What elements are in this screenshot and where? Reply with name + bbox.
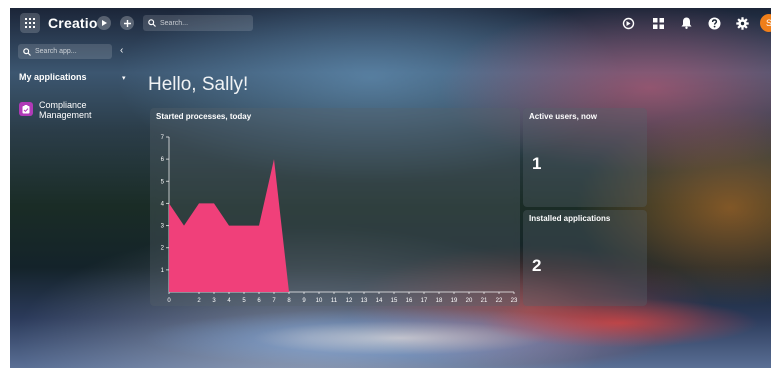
processes-chart: 12345670 2 3 4 5 6 7 8 9 10 11 12 13 14 15 16 17 18 19 20 21… xyxy=(161,135,518,304)
x-tick-label: 12 xyxy=(346,298,353,304)
processes-widget: Started processes, today 123456702345678… xyxy=(150,108,520,306)
x-tick-label: 14 xyxy=(376,298,383,304)
help-button[interactable] xyxy=(706,15,722,31)
y-tick-label: 4 xyxy=(161,201,165,207)
app-search-placeholder: Search app... xyxy=(35,48,77,55)
process-icon xyxy=(622,17,634,29)
x-tick-label: 10 xyxy=(316,298,323,304)
x-tick-label: 20 xyxy=(466,298,473,304)
global-search-input[interactable]: Search... xyxy=(143,15,253,31)
x-tick-label: 4 xyxy=(227,298,231,304)
bell-icon xyxy=(681,17,691,29)
app-logo[interactable]: Creatio xyxy=(48,15,98,31)
process-log-button[interactable] xyxy=(620,15,636,31)
app-launcher-button[interactable] xyxy=(20,13,40,33)
x-tick-label: 23 xyxy=(511,298,518,304)
x-tick-label: 7 xyxy=(272,298,276,304)
sidebar-item-label: Compliance Management xyxy=(39,100,92,120)
x-tick-label: 11 xyxy=(331,298,338,304)
compliance-app-icon xyxy=(19,102,33,116)
active-users-title: Active users, now xyxy=(529,112,598,121)
y-tick-label: 3 xyxy=(161,224,165,230)
sidebar: Search app... ‹ My applications ▾ Compli… xyxy=(10,38,135,368)
notifications-button[interactable] xyxy=(678,15,694,31)
apps-grid-icon xyxy=(652,17,664,29)
x-tick-label: 16 xyxy=(406,298,413,304)
create-button[interactable] xyxy=(120,16,134,30)
global-search-placeholder: Search... xyxy=(160,19,189,27)
processes-area-series xyxy=(169,159,514,292)
x-tick-label: 0 xyxy=(167,298,171,304)
x-tick-label: 21 xyxy=(481,298,488,304)
user-avatar[interactable]: S xyxy=(760,14,771,32)
grid-icon xyxy=(25,18,35,28)
installed-apps-widget: Installed applications 2 xyxy=(523,210,647,306)
active-users-value: 1 xyxy=(532,154,542,173)
x-tick-label: 15 xyxy=(391,298,398,304)
plus-icon xyxy=(123,19,131,27)
dashboard-background: Creatio Search... S Search app... ‹ My a… xyxy=(10,8,771,368)
y-tick-label: 5 xyxy=(161,179,165,185)
app-hub-button[interactable] xyxy=(650,15,666,31)
x-tick-label: 17 xyxy=(421,298,428,304)
collapse-sidebar-button[interactable]: ‹ xyxy=(120,45,123,56)
clipboard-icon xyxy=(22,104,30,113)
my-applications-heading[interactable]: My applications xyxy=(19,72,87,82)
light-streak-decoration xyxy=(140,308,660,368)
y-tick-label: 7 xyxy=(161,135,165,141)
question-icon xyxy=(708,17,720,29)
play-icon xyxy=(102,20,107,26)
run-process-button[interactable] xyxy=(97,16,111,30)
x-tick-label: 9 xyxy=(302,298,306,304)
app-label-line2: Management xyxy=(39,110,92,120)
active-users-widget: Active users, now 1 xyxy=(523,108,647,207)
x-tick-label: 19 xyxy=(451,298,458,304)
search-icon xyxy=(23,47,31,56)
installed-apps-value: 2 xyxy=(532,256,542,275)
app-label-line1: Compliance xyxy=(39,100,87,110)
greeting-title: Hello, Sally! xyxy=(148,74,249,95)
x-tick-label: 2 xyxy=(197,298,201,304)
x-tick-label: 22 xyxy=(496,298,503,304)
y-tick-label: 1 xyxy=(161,268,165,274)
search-icon xyxy=(148,19,156,27)
y-tick-label: 2 xyxy=(161,246,165,252)
x-tick-label: 13 xyxy=(361,298,368,304)
sidebar-item-compliance-management[interactable]: Compliance Management xyxy=(19,100,92,120)
settings-button[interactable] xyxy=(734,15,750,31)
installed-apps-title: Installed applications xyxy=(529,214,611,223)
x-tick-label: 3 xyxy=(212,298,216,304)
x-tick-label: 8 xyxy=(287,298,291,304)
gear-icon xyxy=(735,16,749,30)
y-tick-label: 6 xyxy=(161,157,165,163)
x-tick-label: 18 xyxy=(436,298,443,304)
x-tick-label: 5 xyxy=(242,298,246,304)
app-search-input[interactable]: Search app... xyxy=(18,44,112,59)
top-bar: Creatio Search... S xyxy=(10,8,771,38)
chevron-down-icon[interactable]: ▾ xyxy=(122,74,126,82)
x-tick-label: 6 xyxy=(257,298,261,304)
